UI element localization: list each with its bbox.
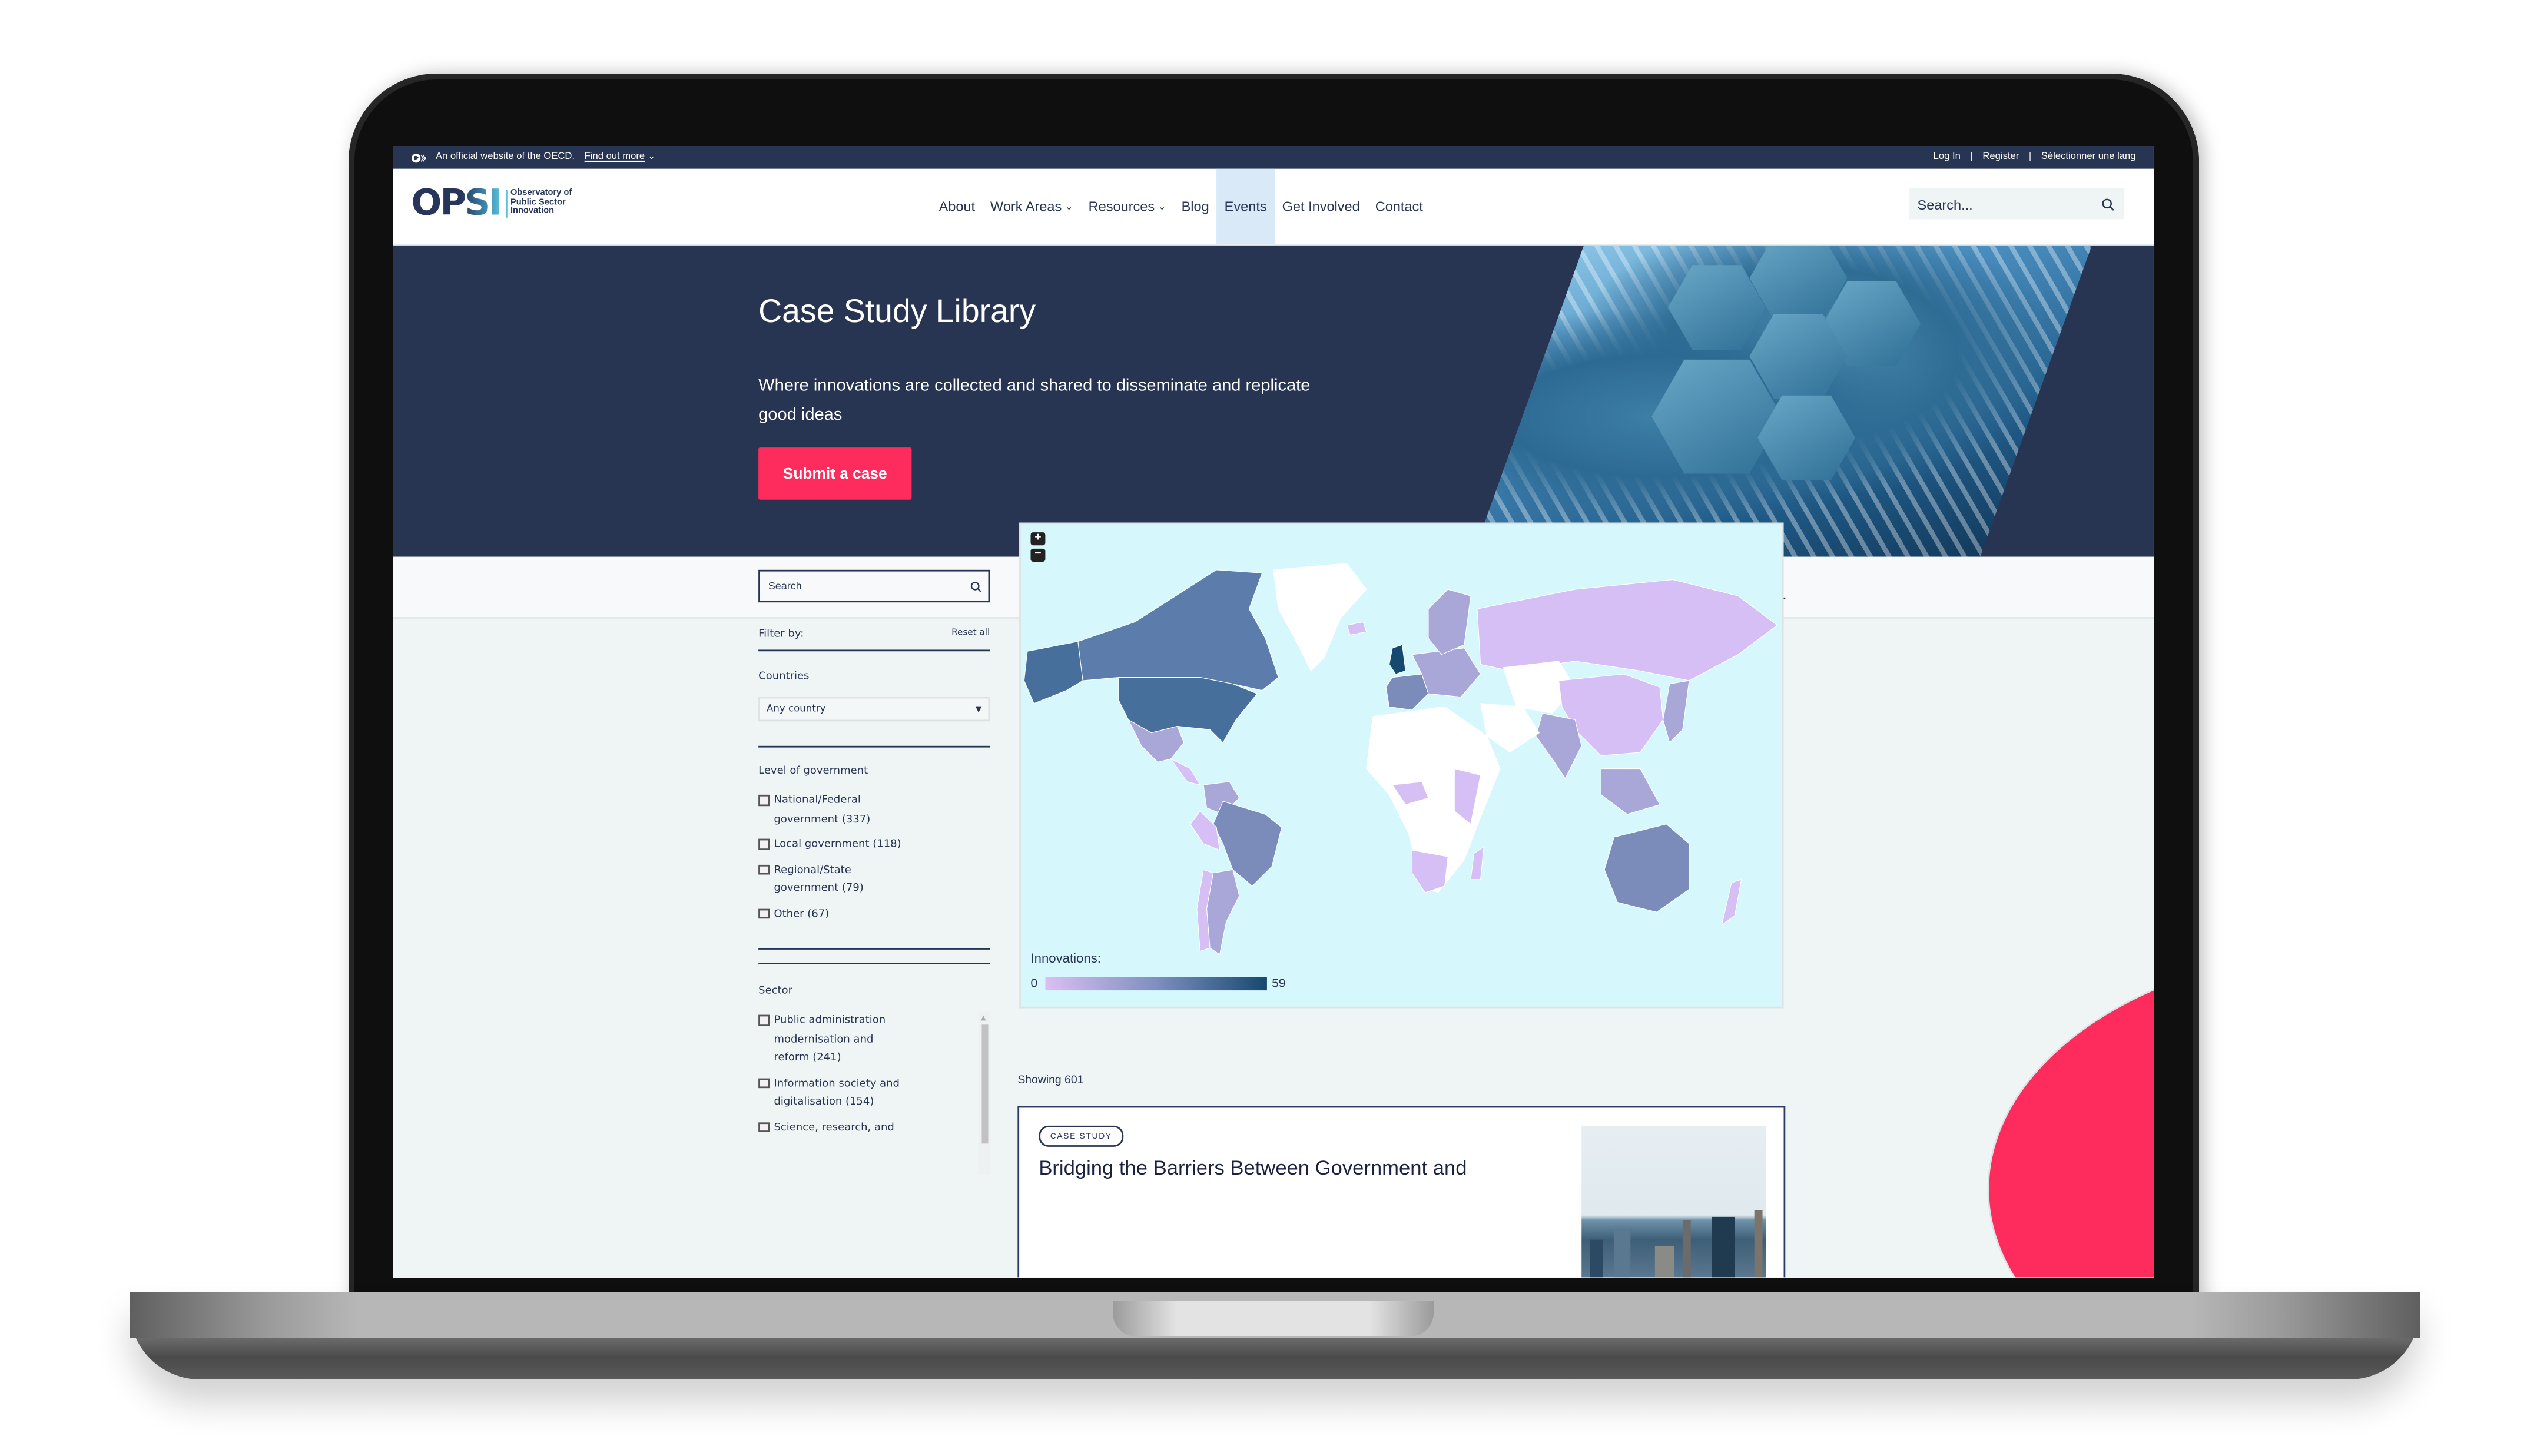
country-region-peru[interactable] [1190,810,1221,851]
sector-label: Sector [758,984,793,997]
sector-options: ▲ Public administration modernisation and… [758,1011,990,1175]
checkbox[interactable] [758,838,770,850]
oecd-top-bar: An official website of the OECD. Find ou… [393,146,2154,169]
divider: | [2028,152,2032,162]
country-region-canada[interactable] [1077,569,1279,691]
header-search-placeholder: Search... [1917,195,1973,213]
register-link[interactable]: Register [1982,152,2019,162]
official-website-text: An official website of the OECD. [435,152,575,162]
case-study-card[interactable]: CASE STUDY Bridging the Barriers Between… [1017,1106,1786,1278]
country-region-india[interactable] [1536,712,1582,780]
main-nav: About Work Areas ⌄ Resources ⌄ Blog Events… [931,168,1431,244]
checkbox-local-government[interactable]: Local government (118) [758,835,990,854]
countries-select[interactable]: Any country ▼ [758,697,990,722]
submit-case-button[interactable]: Submit a case [758,447,912,500]
checkbox[interactable] [758,908,770,919]
country-region-iceland[interactable] [1346,621,1367,636]
site-header: OPSI Observatory of Public Sector Innova… [393,168,2154,246]
laptop-notch [1113,1301,1434,1336]
filter-sidebar: Filter by: Reset all Countries Any count… [758,622,990,1175]
divider [758,948,990,950]
logo-wordmark: OPSI [411,183,502,224]
hero-subtitle: Where innovations are collected and shar… [758,376,1311,425]
library-search-placeholder: Search [768,580,802,592]
country-region-korea-japan[interactable] [1663,680,1690,744]
country-region-scandinavia[interactable] [1428,589,1471,655]
find-out-more-link[interactable]: Find out more [585,152,645,162]
nav-events[interactable]: Events [1216,168,1275,244]
search-icon[interactable] [2101,197,2114,210]
legend-min: 0 [1030,976,1038,991]
results-count: Showing 601 [1017,1075,1084,1087]
language-selector[interactable]: Sélectionner une lang [2041,152,2136,162]
level-of-government-options: National/Federal government (337) Local g… [758,791,990,923]
nav-blog[interactable]: Blog [1174,169,1217,244]
checkbox-science-research[interactable]: Science, research, and [758,1118,990,1137]
checkbox[interactable] [758,864,770,875]
country-region-se-asia[interactable] [1600,768,1660,815]
case-study-thumbnail [1581,1125,1766,1278]
chevron-down-icon: ⌄ [648,152,655,162]
checkbox[interactable] [758,1077,770,1089]
checkbox[interactable] [758,1121,770,1132]
oecd-logo-icon [412,152,426,162]
divider [758,745,990,748]
world-choropleth[interactable] [1021,524,1785,1010]
level-of-government-label: Level of government [758,764,868,777]
nav-resources[interactable]: Resources ⌄ [1081,169,1174,244]
country-region-south-africa[interactable] [1411,850,1448,893]
hero-image-telescope-mirrors [1472,245,2092,557]
innovations-world-map[interactable]: + − Innovations: 0 59 [1019,522,1785,1010]
view-map-button[interactable] [1987,946,2154,1278]
country-region-france-iberia[interactable] [1385,674,1429,711]
checkbox-national-federal[interactable]: National/Federal government (337) [758,791,990,829]
scroll-up-icon[interactable]: ▲ [981,1013,986,1021]
divider [758,963,990,964]
web-page: An official website of the OECD. Find ou… [393,146,2154,1278]
countries-label: Countries [758,669,810,682]
checkbox-regional-state[interactable]: Regional/State government (79) [758,861,990,898]
nav-get-involved[interactable]: Get Involved [1275,169,1368,244]
country-region-central-am[interactable] [1170,758,1201,786]
legend-title: Innovations: [1030,951,1101,966]
logo-subtitle: Observatory of Public Sector Innovation [505,189,572,218]
country-region-australia[interactable] [1604,824,1690,913]
country-region-uk[interactable] [1388,644,1406,675]
nav-work-areas[interactable]: Work Areas ⌄ [983,169,1081,244]
scrollbar-thumb[interactable] [981,1024,988,1144]
filter-header: Filter by: Reset all [758,622,990,652]
checkbox-information-society[interactable]: Information society and digitalisation (1… [758,1074,990,1112]
country-region-madagascar[interactable] [1470,846,1484,880]
filter-by-label: Filter by: [758,626,804,640]
divider: | [1970,152,1973,162]
chevron-down-icon: ⌄ [1158,202,1166,213]
country-region-alaska[interactable] [1023,641,1083,704]
opsi-logo[interactable]: OPSI Observatory of Public Sector Innova… [411,184,572,224]
country-region-new-zealand[interactable] [1721,879,1742,926]
search-icon[interactable] [970,581,981,592]
checkbox[interactable] [758,794,770,805]
laptop-screen: An official website of the OECD. Find ou… [393,146,2154,1278]
countries-select-value: Any country [766,703,826,715]
page-title: Case Study Library [758,294,1036,330]
checkbox-public-administration[interactable]: Public administration modernisation and re… [758,1011,990,1068]
library-search-input[interactable]: Search [758,569,990,603]
header-search-input[interactable]: Search... [1909,188,2125,220]
country-region-greenland[interactable] [1273,563,1367,672]
nav-contact[interactable]: Contact [1368,169,1431,244]
sector-scrollbar[interactable]: ▲ [978,1011,990,1175]
nav-about[interactable]: About [931,169,983,244]
case-study-title[interactable]: Bridging the Barriers Between Government… [1039,1156,1467,1179]
caret-down-icon: ▼ [975,704,982,714]
hero-banner: Case Study Library Where innovations are… [393,245,2154,557]
chevron-down-icon: ⌄ [1064,202,1073,213]
checkbox[interactable] [758,1014,770,1026]
legend-max: 59 [1272,976,1286,991]
reset-all-link[interactable]: Reset all [951,628,990,638]
checkbox-other[interactable]: Other (67) [758,905,990,924]
legend-gradient-bar [1045,977,1267,991]
case-study-badge: CASE STUDY [1039,1125,1124,1147]
login-link[interactable]: Log In [1934,152,1961,162]
